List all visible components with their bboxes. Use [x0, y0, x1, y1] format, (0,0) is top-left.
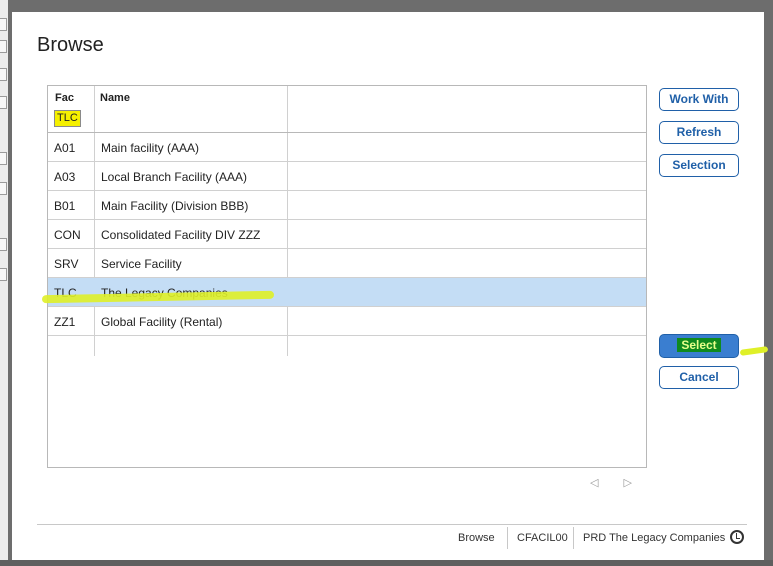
- fac-filter-input[interactable]: TLC: [54, 110, 81, 127]
- highlighter-mark: [739, 346, 769, 356]
- cell-fac: A03: [54, 170, 76, 184]
- table-row[interactable]: ZZ1 Global Facility (Rental): [48, 307, 646, 336]
- cell-name: Main Facility (Division BBB): [101, 199, 249, 213]
- status-program: CFACIL00: [517, 532, 568, 544]
- table-row[interactable]: SRV Service Facility: [48, 249, 646, 278]
- column-header-name[interactable]: Name: [100, 92, 130, 104]
- cancel-button[interactable]: Cancel: [659, 366, 739, 389]
- selection-button[interactable]: Selection: [659, 154, 739, 177]
- background-bottom-strip: [0, 560, 773, 566]
- next-page-icon[interactable]: ▷: [624, 477, 632, 489]
- cell-fac: CON: [54, 228, 81, 242]
- status-environment: PRD The Legacy Companies: [583, 532, 726, 544]
- background-search-icon: [0, 40, 7, 53]
- select-button[interactable]: Select: [659, 334, 739, 358]
- previous-page-icon[interactable]: ◁: [590, 477, 598, 489]
- status-mode: Browse: [458, 532, 495, 544]
- column-header-fac[interactable]: Fac: [55, 92, 74, 104]
- cell-name: Global Facility (Rental): [101, 315, 223, 329]
- background-search-icon: [0, 68, 7, 81]
- background-window-strip: [0, 0, 8, 566]
- table-row[interactable]: B01 Main Facility (Division BBB): [48, 191, 646, 220]
- cell-name: Consolidated Facility DIV ZZZ: [101, 228, 261, 242]
- background-search-icon: [0, 96, 7, 109]
- refresh-button[interactable]: Refresh: [659, 121, 739, 144]
- status-divider: [573, 527, 574, 549]
- cell-name: Main facility (AAA): [101, 141, 200, 155]
- cell-name: Local Branch Facility (AAA): [101, 170, 248, 184]
- grid-header: Fac Name TLC: [48, 86, 646, 133]
- cell-fac: B01: [54, 199, 76, 213]
- table-row[interactable]: CON Consolidated Facility DIV ZZZ: [48, 220, 646, 249]
- cell-fac: ZZ1: [54, 315, 76, 329]
- background-field: [0, 152, 7, 165]
- table-row[interactable]: A01 Main facility (AAA): [48, 133, 646, 162]
- cell-fac: A01: [54, 141, 76, 155]
- browse-dialog: Browse Fac Name TLC A01 Main facility (A…: [12, 12, 769, 560]
- cell-fac: SRV: [54, 257, 79, 271]
- background-field: [0, 182, 7, 195]
- background-field: [0, 238, 7, 251]
- work-with-button[interactable]: Work With: [659, 88, 739, 111]
- select-button-label: Select: [677, 338, 721, 352]
- background-search-icon: [0, 18, 7, 31]
- status-bar: Browse CFACIL00 PRD The Legacy Companies: [37, 524, 747, 552]
- cell-name: Service Facility: [101, 257, 182, 271]
- dialog-title: Browse: [37, 34, 104, 56]
- table-row[interactable]: A03 Local Branch Facility (AAA): [48, 162, 646, 191]
- grid-pager: ◁ ▷: [590, 476, 654, 489]
- browse-grid: Fac Name TLC A01 Main facility (AAA) A03…: [47, 85, 647, 468]
- history-icon[interactable]: [730, 530, 744, 544]
- background-search-icon: [0, 268, 7, 281]
- status-divider: [507, 527, 508, 549]
